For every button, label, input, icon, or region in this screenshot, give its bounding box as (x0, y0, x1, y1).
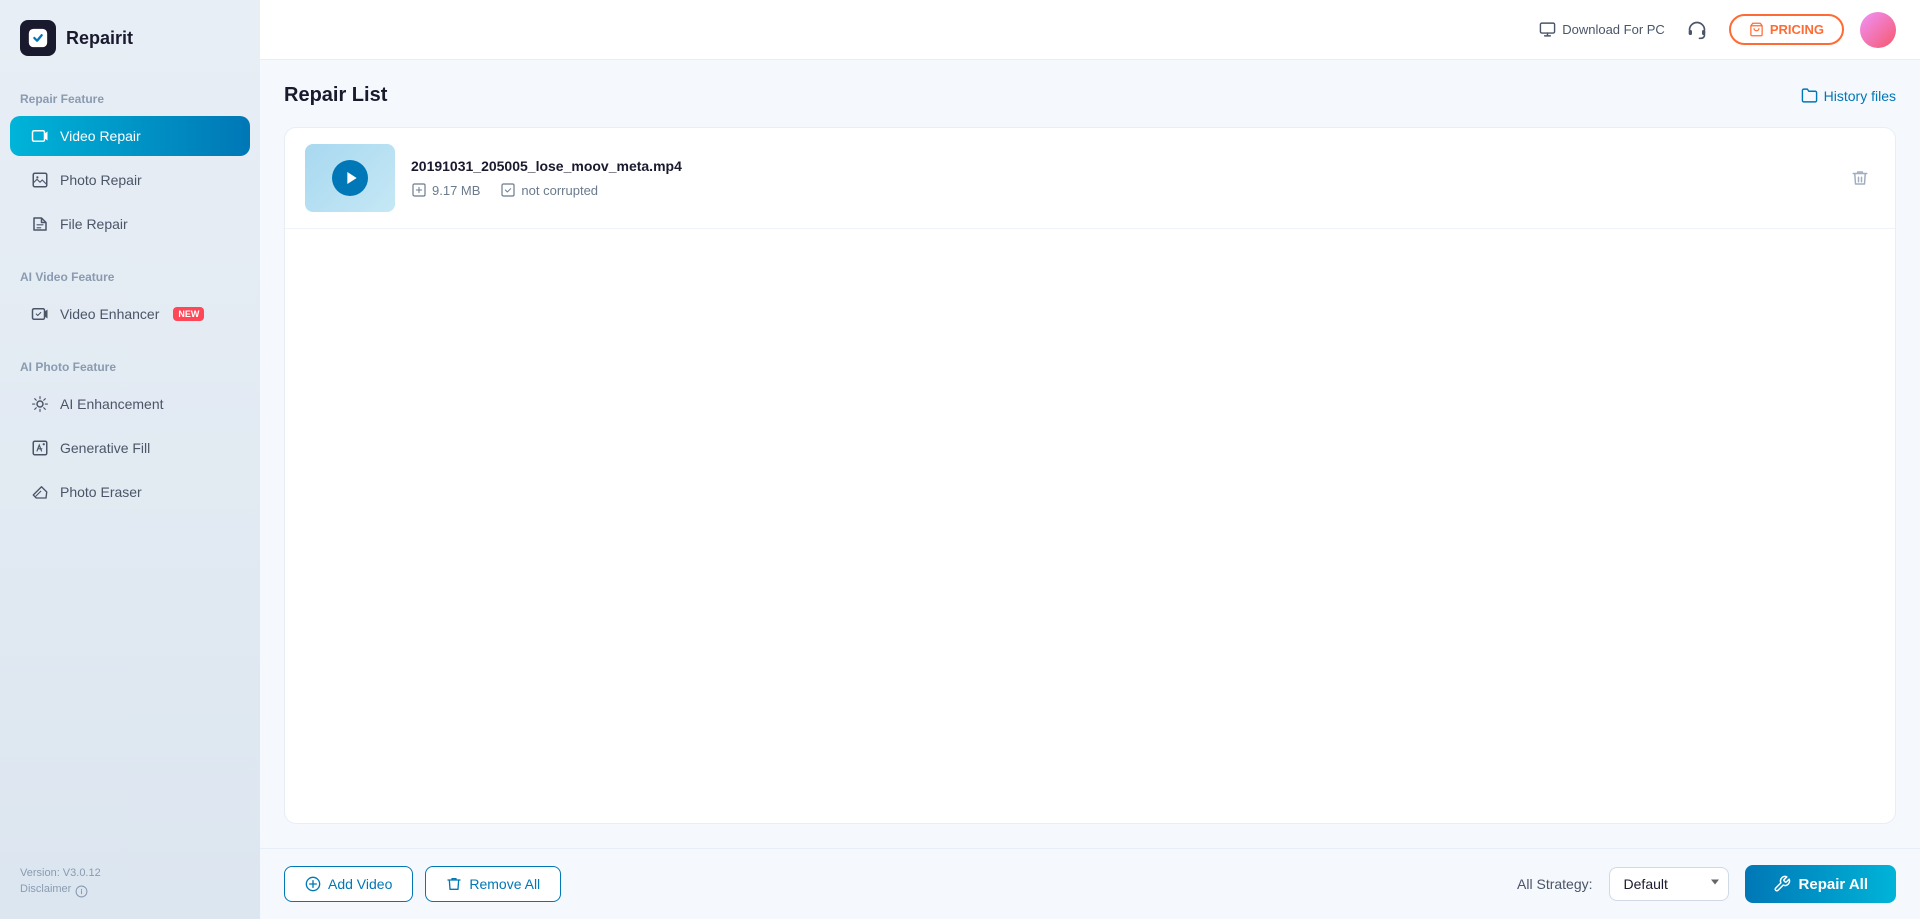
file-list: 20191031_205005_lose_moov_meta.mp4 9.17 … (284, 127, 1896, 824)
remove-icon (446, 876, 462, 892)
file-status-item: not corrupted (500, 182, 598, 198)
play-button[interactable] (332, 160, 368, 196)
top-header: Download For PC PRICING (260, 0, 1920, 60)
file-size-icon (411, 182, 427, 198)
section-repair-label: Repair Feature (0, 80, 260, 114)
file-repair-icon (30, 214, 50, 234)
generative-fill-label: Generative Fill (60, 440, 150, 456)
repair-all-label: Repair All (1799, 876, 1868, 893)
section-ai-video-label: AI Video Feature (0, 258, 260, 292)
footer: Add Video Remove All All Strategy: Defau… (260, 848, 1920, 919)
repair-icon (1773, 875, 1791, 893)
content-area: Repair List History files 20191 (260, 60, 1920, 848)
strategy-select[interactable]: Default (1609, 867, 1729, 901)
monitor-icon (1539, 21, 1556, 38)
video-enhancer-icon (30, 304, 50, 324)
sidebar-item-photo-eraser[interactable]: Photo Eraser (10, 472, 250, 512)
sidebar-item-video-repair[interactable]: Video Repair (10, 116, 250, 156)
ai-enhancement-icon (30, 394, 50, 414)
file-repair-label: File Repair (60, 216, 128, 232)
help-button[interactable] (1681, 14, 1713, 46)
ai-enhancement-label: AI Enhancement (60, 396, 164, 412)
photo-eraser-label: Photo Eraser (60, 484, 142, 500)
generative-fill-icon (30, 438, 50, 458)
app-name: Repairit (66, 28, 133, 49)
sidebar-item-ai-enhancement[interactable]: AI Enhancement (10, 384, 250, 424)
photo-eraser-icon (30, 482, 50, 502)
play-icon (344, 170, 360, 186)
info-icon (75, 885, 88, 898)
folder-icon (1801, 87, 1818, 104)
file-size: 9.17 MB (432, 183, 480, 198)
user-avatar[interactable] (1860, 12, 1896, 48)
pricing-button[interactable]: PRICING (1729, 14, 1844, 45)
sidebar-item-video-enhancer[interactable]: Video Enhancer NEW (10, 294, 250, 334)
add-icon (305, 876, 321, 892)
video-repair-label: Video Repair (60, 128, 141, 144)
download-label: Download For PC (1562, 22, 1665, 37)
repair-list-title: Repair List (284, 84, 387, 107)
section-ai-photo-label: AI Photo Feature (0, 348, 260, 382)
video-enhancer-label: Video Enhancer (60, 306, 159, 322)
sidebar-footer: Version: V3.0.12 Disclaimer (0, 855, 260, 903)
sidebar-item-file-repair[interactable]: File Repair (10, 204, 250, 244)
headset-icon (1687, 20, 1707, 40)
file-status: not corrupted (521, 183, 598, 198)
sidebar: Repairit Repair Feature Video Repair Pho… (0, 0, 260, 919)
footer-right: All Strategy: Default Repair All (1517, 865, 1896, 903)
remove-all-button[interactable]: Remove All (425, 866, 561, 902)
table-row: 20191031_205005_lose_moov_meta.mp4 9.17 … (285, 128, 1895, 229)
pricing-label: PRICING (1770, 22, 1824, 37)
download-for-pc-button[interactable]: Download For PC (1539, 21, 1665, 38)
photo-repair-icon (30, 170, 50, 190)
delete-file-button[interactable] (1845, 163, 1875, 193)
add-video-button[interactable]: Add Video (284, 866, 413, 902)
trash-icon (1851, 169, 1869, 187)
video-repair-icon (30, 126, 50, 146)
strategy-wrapper: Default (1609, 867, 1729, 901)
logo-area: Repairit (0, 0, 260, 80)
footer-left: Add Video Remove All (284, 866, 561, 902)
file-meta: 9.17 MB not corrupted (411, 182, 1829, 198)
sidebar-item-generative-fill[interactable]: Generative Fill (10, 428, 250, 468)
main-area: Download For PC PRICING Repair List (260, 0, 1920, 919)
cart-icon (1749, 22, 1764, 37)
disclaimer-text: Disclaimer (20, 883, 71, 895)
new-badge: NEW (173, 307, 204, 321)
file-name: 20191031_205005_lose_moov_meta.mp4 (411, 158, 1829, 174)
remove-all-label: Remove All (469, 876, 540, 892)
history-files-label: History files (1824, 88, 1896, 104)
repair-list-header: Repair List History files (284, 84, 1896, 107)
version-label: Version: V3.0.12 (20, 867, 240, 879)
app-logo-icon (20, 20, 56, 56)
repair-all-button[interactable]: Repair All (1745, 865, 1896, 903)
status-icon (500, 182, 516, 198)
disclaimer-link[interactable]: Disclaimer (20, 883, 240, 899)
file-size-item: 9.17 MB (411, 182, 480, 198)
history-files-button[interactable]: History files (1801, 87, 1896, 104)
strategy-label: All Strategy: (1517, 876, 1592, 892)
photo-repair-label: Photo Repair (60, 172, 142, 188)
sidebar-item-photo-repair[interactable]: Photo Repair (10, 160, 250, 200)
file-thumbnail (305, 144, 395, 212)
file-info: 20191031_205005_lose_moov_meta.mp4 9.17 … (411, 158, 1829, 198)
add-video-label: Add Video (328, 876, 392, 892)
